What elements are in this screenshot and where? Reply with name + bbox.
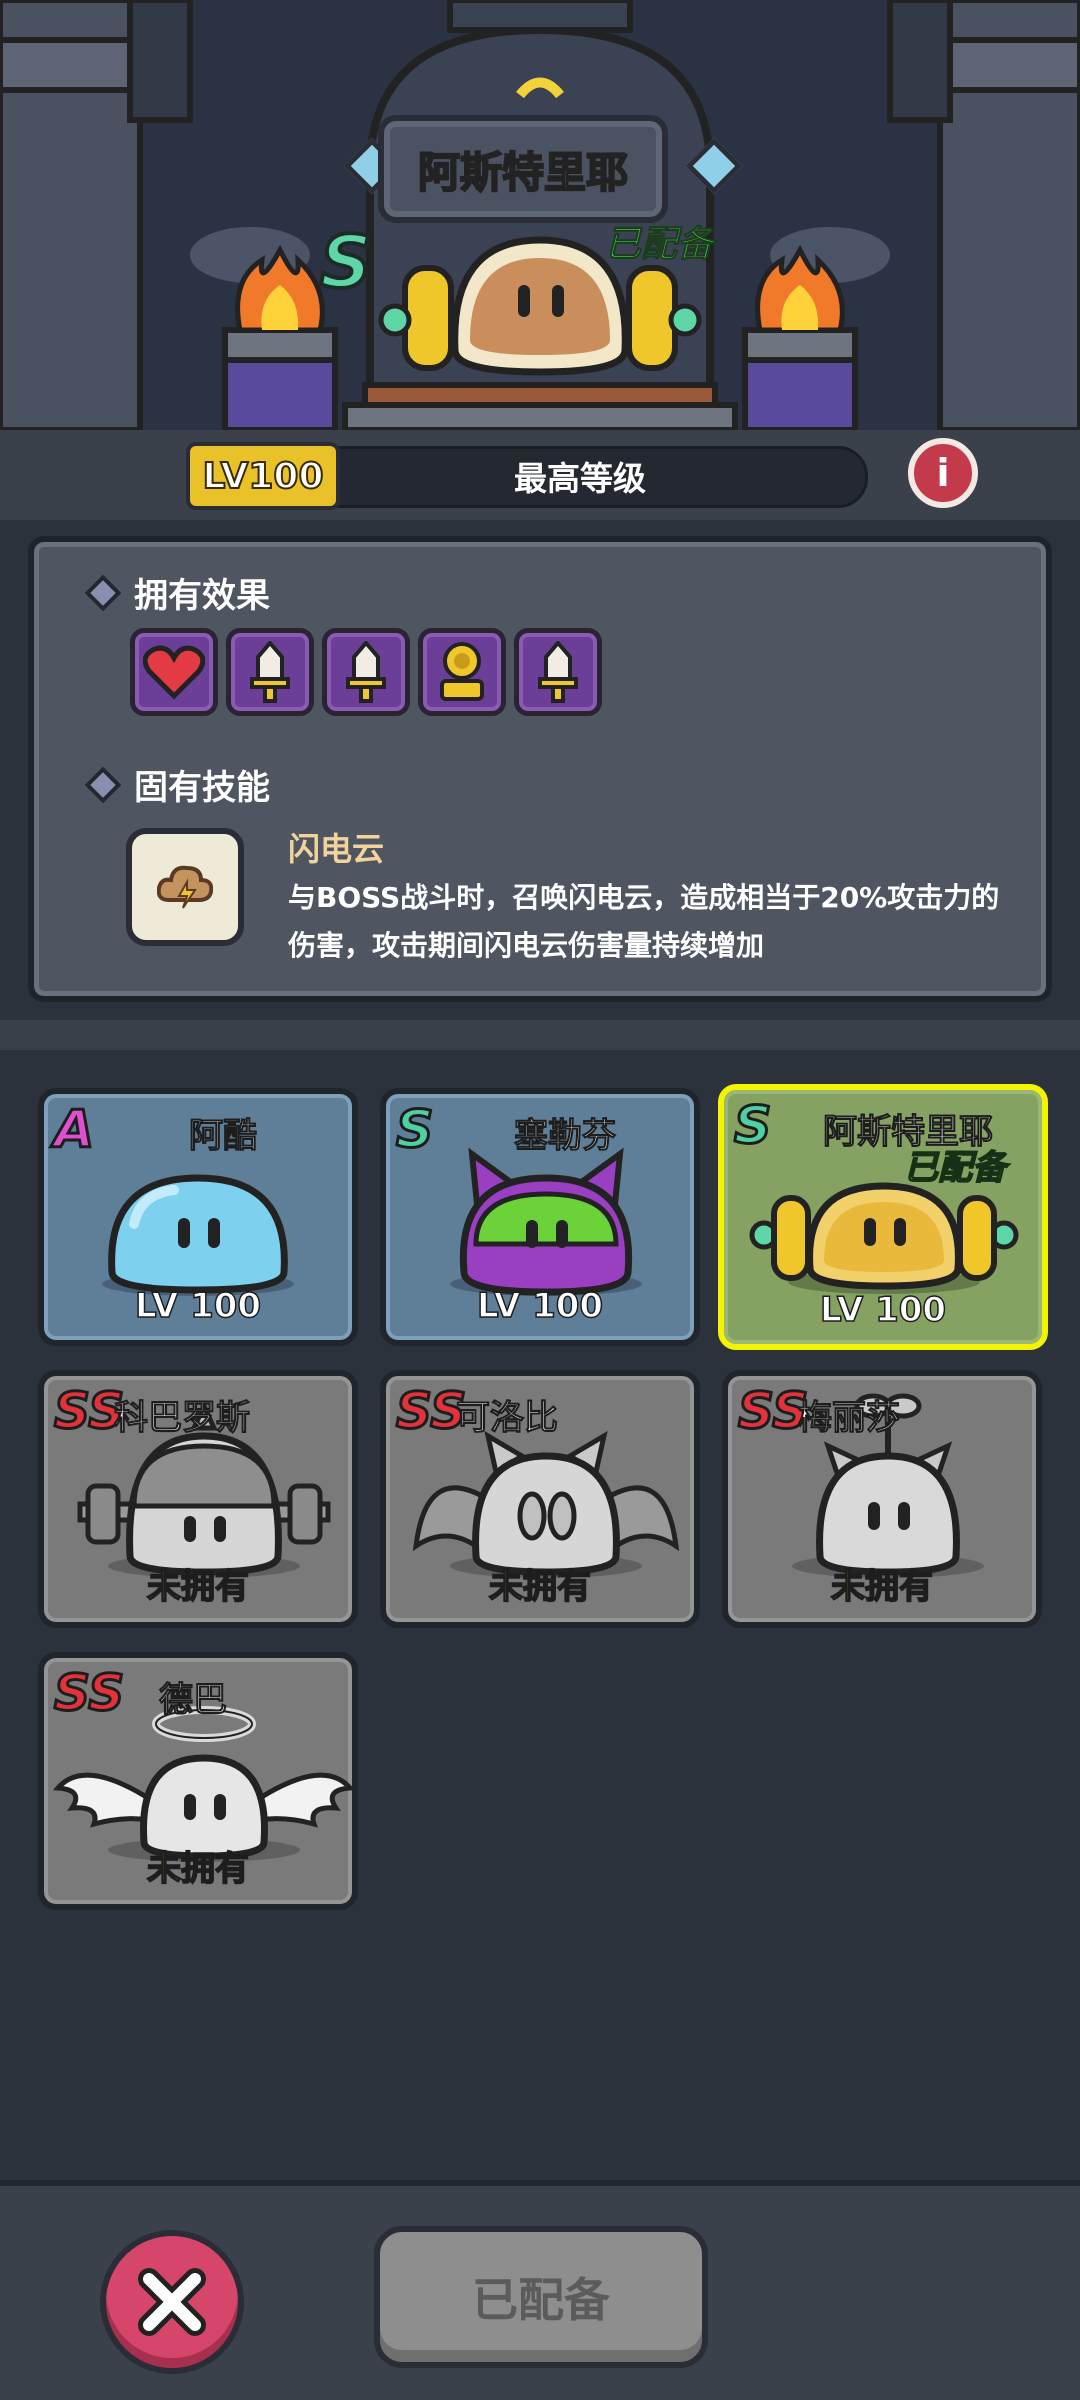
- pet-card-selephen[interactable]: S 塞勒芬 LV 100: [380, 1088, 700, 1346]
- pet-card-deba[interactable]: SS 德巴 未拥有: [38, 1652, 358, 1910]
- pet-card-melissa[interactable]: SS 梅丽莎 未拥有: [722, 1370, 1042, 1628]
- hero-name: 阿斯特里耶: [417, 147, 629, 198]
- hero-grade: S: [318, 218, 374, 306]
- sword-icon[interactable]: [322, 628, 410, 716]
- pet-grade: S: [394, 1099, 434, 1162]
- pet-level: LV 100: [819, 1289, 947, 1331]
- sword-icon[interactable]: [226, 628, 314, 716]
- pet-grade: S: [732, 1095, 772, 1158]
- pet-name: 梅丽莎: [798, 1398, 901, 1439]
- pet-info-panel: 拥有效果 固有技能 闪电云 与BOSS战斗时，召唤闪电云，造成相当于20%攻击力…: [28, 536, 1052, 1002]
- bottom-action-bar: 已配备: [0, 2180, 1080, 2400]
- hero-name-plate: 阿斯特里耶: [378, 115, 668, 223]
- close-icon: [138, 2268, 206, 2336]
- hero-showcase: 阿斯特里耶 S 已配备: [0, 0, 1080, 430]
- pet-name: 科巴罗斯: [114, 1398, 251, 1439]
- diamond-bullet-icon: [84, 574, 122, 611]
- level-row: LV100 最高等级 i: [0, 430, 1080, 520]
- pet-level: LV 100: [476, 1285, 604, 1327]
- info-icon: i: [936, 451, 950, 495]
- effects-section-title: 拥有效果: [84, 568, 270, 617]
- skill-description: 与BOSS战斗时，召唤闪电云，造成相当于20%攻击力的伤害，攻击期间闪电云伤害量…: [288, 881, 1000, 962]
- effects-title: 拥有效果: [134, 576, 270, 616]
- heart-icon[interactable]: [130, 628, 218, 716]
- pet-name: 可洛比: [456, 1398, 559, 1439]
- pet-card-colobi[interactable]: SS 可洛比 未拥有: [380, 1370, 700, 1628]
- equip-button[interactable]: 已配备: [374, 2226, 708, 2368]
- diamond-bullet-icon: [84, 766, 122, 803]
- sword-icon[interactable]: [514, 628, 602, 716]
- pet-name: 阿酷: [189, 1116, 258, 1157]
- skill-name: 闪电云: [288, 830, 385, 868]
- pet-card-aku[interactable]: A 阿酷 LV 100: [38, 1088, 358, 1346]
- pet-card-kobaros[interactable]: SS 科巴罗斯 未拥有: [38, 1370, 358, 1628]
- pet-not-owned: 未拥有: [830, 1566, 934, 1608]
- lightning-cloud-icon[interactable]: [126, 828, 244, 946]
- pet-not-owned: 未拥有: [146, 1848, 250, 1890]
- effect-icon-list: [130, 628, 602, 716]
- level-status: 最高等级: [514, 459, 646, 498]
- info-button[interactable]: i: [908, 438, 978, 508]
- pet-not-owned: 未拥有: [488, 1566, 592, 1608]
- pet-grade: A: [52, 1099, 95, 1162]
- pet-not-owned: 未拥有: [146, 1566, 250, 1608]
- skill-title: 固有技能: [134, 768, 270, 808]
- pet-name: 德巴: [159, 1680, 228, 1721]
- pet-name: 塞勒芬: [514, 1116, 617, 1157]
- section-divider: [0, 1020, 1080, 1050]
- equipped-tag: 已配备: [903, 1147, 1007, 1189]
- hero-equipped-label: 已配备: [604, 224, 714, 266]
- pet-level: LV 100: [134, 1285, 262, 1327]
- skill-section-title: 固有技能: [84, 760, 270, 809]
- close-button[interactable]: [100, 2230, 244, 2374]
- coin-icon[interactable]: [418, 628, 506, 716]
- level-badge: LV100: [186, 442, 340, 510]
- pet-card-asterie[interactable]: S 阿斯特里耶 已配备 LV 100: [718, 1084, 1048, 1350]
